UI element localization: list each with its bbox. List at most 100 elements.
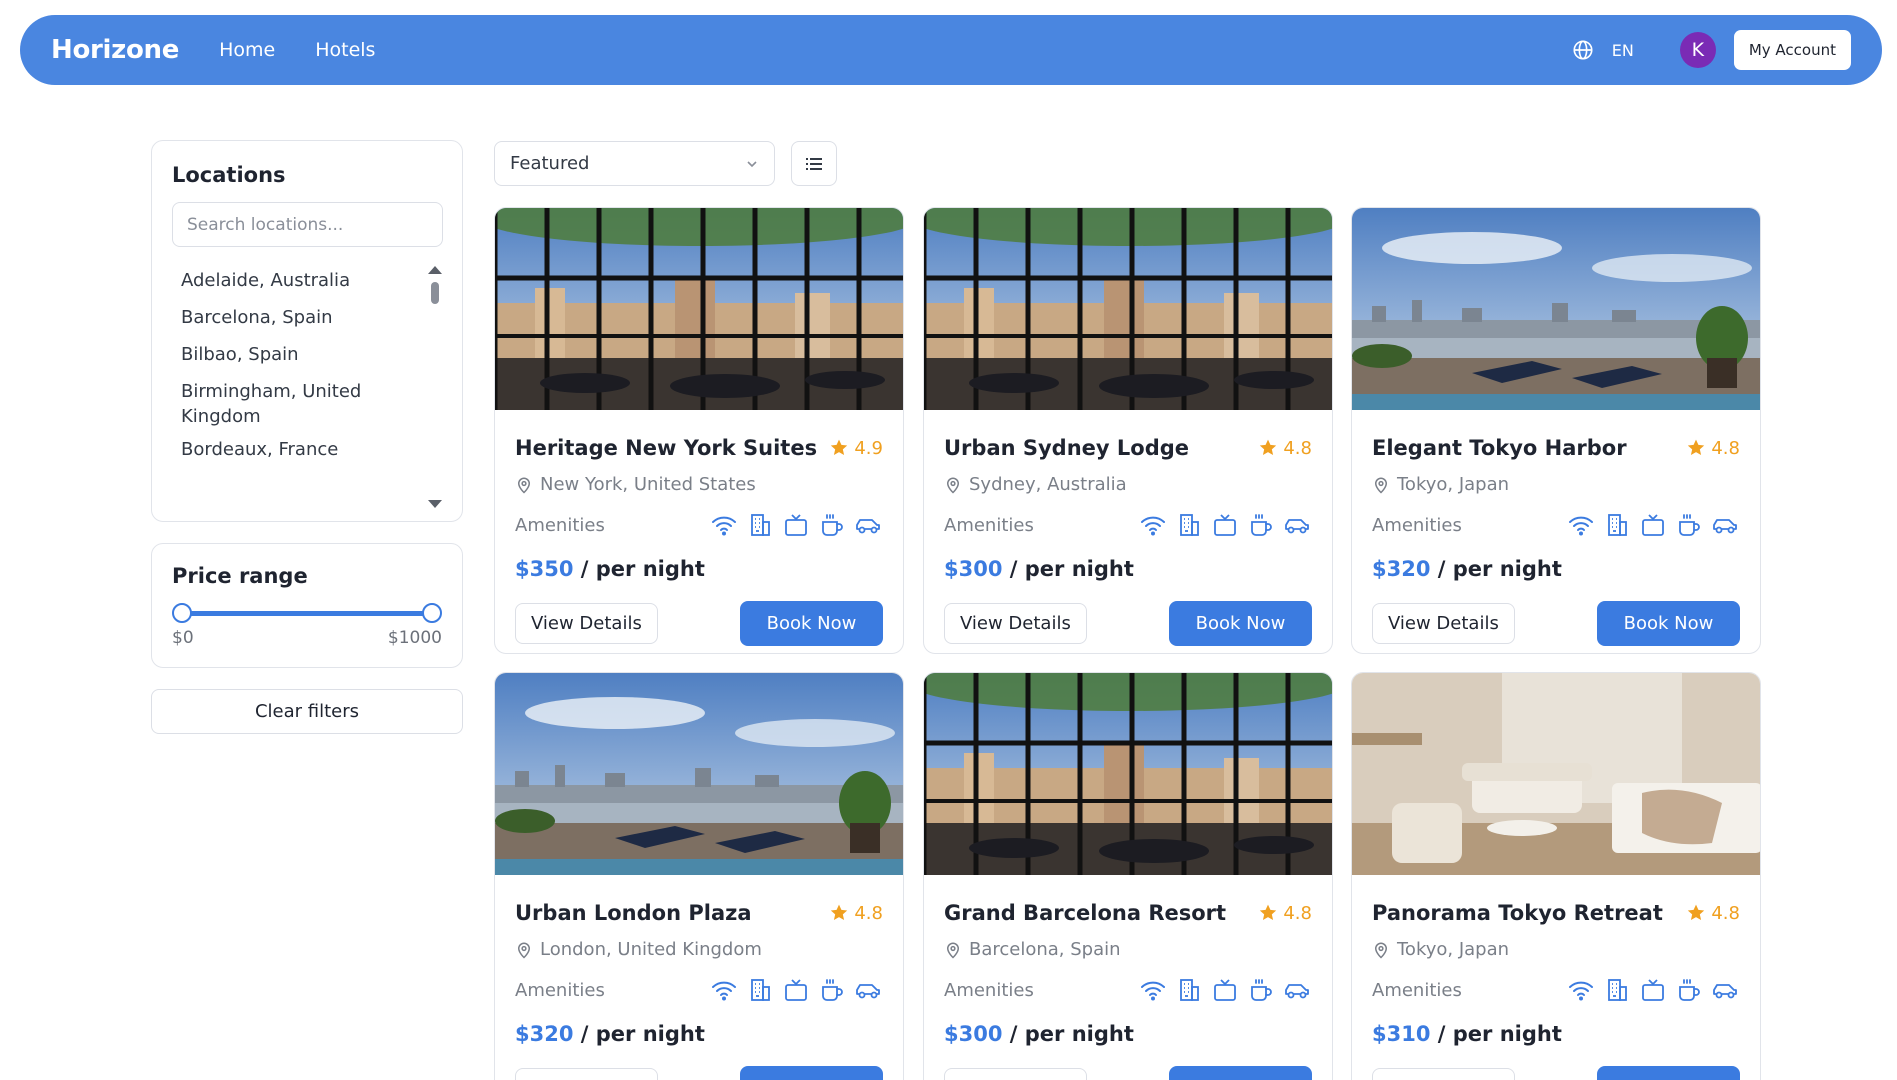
my-account-button[interactable]: My Account	[1733, 30, 1851, 70]
building-icon	[1176, 978, 1202, 1002]
star-icon	[829, 903, 849, 923]
book-now-button[interactable]: Book Now	[1597, 1066, 1740, 1080]
hotel-name[interactable]: Heritage New York Suites	[515, 436, 817, 460]
location-list: Adelaide, Australia Barcelona, Spain Bil…	[172, 263, 442, 511]
tv-icon	[1640, 978, 1666, 1002]
wifi-icon	[711, 513, 737, 537]
slider-min-handle[interactable]	[172, 603, 192, 623]
scroll-thumb[interactable]	[431, 282, 439, 304]
view-details-button[interactable]: View Details	[1372, 603, 1515, 644]
car-icon	[855, 513, 881, 537]
book-now-button[interactable]: Book Now	[1169, 601, 1312, 646]
hotel-image[interactable]	[924, 208, 1332, 414]
hotel-name[interactable]: Urban Sydney Lodge	[944, 436, 1189, 460]
star-icon	[1258, 438, 1278, 458]
language-selector[interactable]: EN	[1612, 41, 1634, 60]
car-icon	[1284, 513, 1310, 537]
star-icon	[1686, 903, 1706, 923]
hotel-location: New York, United States	[540, 474, 756, 495]
book-now-button[interactable]: Book Now	[1169, 1066, 1312, 1080]
tv-icon	[1212, 513, 1238, 537]
hotel-name[interactable]: Grand Barcelona Resort	[944, 901, 1226, 925]
card-body: Elegant Tokyo Harbor 4.8 Tokyo, Japan Am…	[1352, 436, 1760, 646]
tv-icon	[1640, 513, 1666, 537]
nav-hotels[interactable]: Hotels	[315, 39, 375, 61]
price-range-title: Price range	[172, 564, 308, 588]
amenities-label: Amenities	[1372, 514, 1462, 536]
amenities-icons	[1568, 978, 1738, 1002]
view-details-button[interactable]: View Details	[944, 603, 1087, 644]
hotel-card: Panorama Tokyo Retreat 4.8 Tokyo, Japan …	[1351, 672, 1761, 1080]
card-actions: View Details Book Now	[1372, 601, 1740, 646]
hotel-image[interactable]	[924, 673, 1332, 879]
hotel-card: Elegant Tokyo Harbor 4.8 Tokyo, Japan Am…	[1351, 207, 1761, 654]
amenities-icons	[1140, 513, 1310, 537]
slider-track	[182, 611, 432, 616]
scroll-down-arrow-icon[interactable]	[428, 500, 442, 508]
sort-value: Featured	[510, 153, 590, 174]
map-pin-icon	[515, 476, 533, 494]
amenities-row: Amenities	[1372, 978, 1740, 1002]
nav-home[interactable]: Home	[219, 39, 275, 61]
tv-icon	[783, 978, 809, 1002]
location-item[interactable]: Bilbao, Spain	[172, 342, 412, 367]
car-icon	[1284, 978, 1310, 1002]
wifi-icon	[1140, 978, 1166, 1002]
view-details-button[interactable]: View Details	[515, 603, 658, 644]
list-view-button[interactable]	[791, 141, 837, 186]
view-details-button[interactable]: View Details	[1372, 1068, 1515, 1080]
location-item[interactable]: Birmingham, United Kingdom	[172, 379, 412, 429]
card-body: Panorama Tokyo Retreat 4.8 Tokyo, Japan …	[1352, 901, 1760, 1080]
hotel-name[interactable]: Urban London Plaza	[515, 901, 752, 925]
tv-icon	[783, 513, 809, 537]
view-details-button[interactable]: View Details	[515, 1068, 658, 1080]
location-item[interactable]: Adelaide, Australia	[172, 268, 412, 293]
hotel-image[interactable]	[495, 208, 903, 414]
coffee-icon	[1676, 978, 1702, 1002]
star-icon	[1258, 903, 1278, 923]
hotel-location: Sydney, Australia	[969, 474, 1127, 495]
hotel-image[interactable]	[1352, 208, 1760, 414]
hotel-name[interactable]: Elegant Tokyo Harbor	[1372, 436, 1627, 460]
hotel-image[interactable]	[1352, 673, 1760, 879]
rating: 4.9	[829, 438, 883, 459]
avatar[interactable]: K	[1679, 32, 1716, 68]
price-range-slider[interactable]	[172, 602, 442, 624]
logo[interactable]: Horizone	[51, 35, 179, 65]
amenities-icons	[1568, 513, 1738, 537]
location-item[interactable]: Bordeaux, France	[172, 437, 412, 462]
hotel-price: $310	[1372, 1022, 1431, 1046]
book-now-button[interactable]: Book Now	[1597, 601, 1740, 646]
hotel-location-row: Tokyo, Japan	[1372, 474, 1740, 495]
book-now-button[interactable]: Book Now	[740, 601, 883, 646]
location-search-input[interactable]	[172, 202, 443, 247]
hotel-image[interactable]	[495, 673, 903, 879]
building-icon	[747, 513, 773, 537]
scroll-up-arrow-icon[interactable]	[428, 266, 442, 274]
view-details-button[interactable]: View Details	[944, 1068, 1087, 1080]
hotel-location-row: London, United Kingdom	[515, 939, 883, 960]
card-title-row: Heritage New York Suites 4.9	[515, 436, 883, 460]
wifi-icon	[1568, 513, 1594, 537]
slider-max-handle[interactable]	[422, 603, 442, 623]
card-title-row: Panorama Tokyo Retreat 4.8	[1372, 901, 1740, 925]
rating: 4.8	[1258, 903, 1312, 924]
hotel-price: $320	[515, 1022, 574, 1046]
card-actions: View Details Book Now	[1372, 1066, 1740, 1080]
per-night-label: / per night	[1430, 1022, 1562, 1046]
card-body: Urban London Plaza 4.8 London, United Ki…	[495, 901, 903, 1080]
hotel-name[interactable]: Panorama Tokyo Retreat	[1372, 901, 1663, 925]
star-icon	[1686, 438, 1706, 458]
hotel-price: $300	[944, 557, 1003, 581]
hotel-location-row: Tokyo, Japan	[1372, 939, 1740, 960]
book-now-button[interactable]: Book Now	[740, 1066, 883, 1080]
globe-icon[interactable]	[1572, 39, 1594, 61]
location-scrollbar[interactable]	[428, 263, 442, 511]
coffee-icon	[1248, 978, 1274, 1002]
card-body: Heritage New York Suites 4.9 New York, U…	[495, 436, 903, 646]
location-item[interactable]: Barcelona, Spain	[172, 305, 412, 330]
clear-filters-button[interactable]: Clear filters	[151, 689, 463, 734]
wifi-icon	[1568, 978, 1594, 1002]
car-icon	[855, 978, 881, 1002]
sort-select[interactable]: Featured	[494, 141, 775, 186]
